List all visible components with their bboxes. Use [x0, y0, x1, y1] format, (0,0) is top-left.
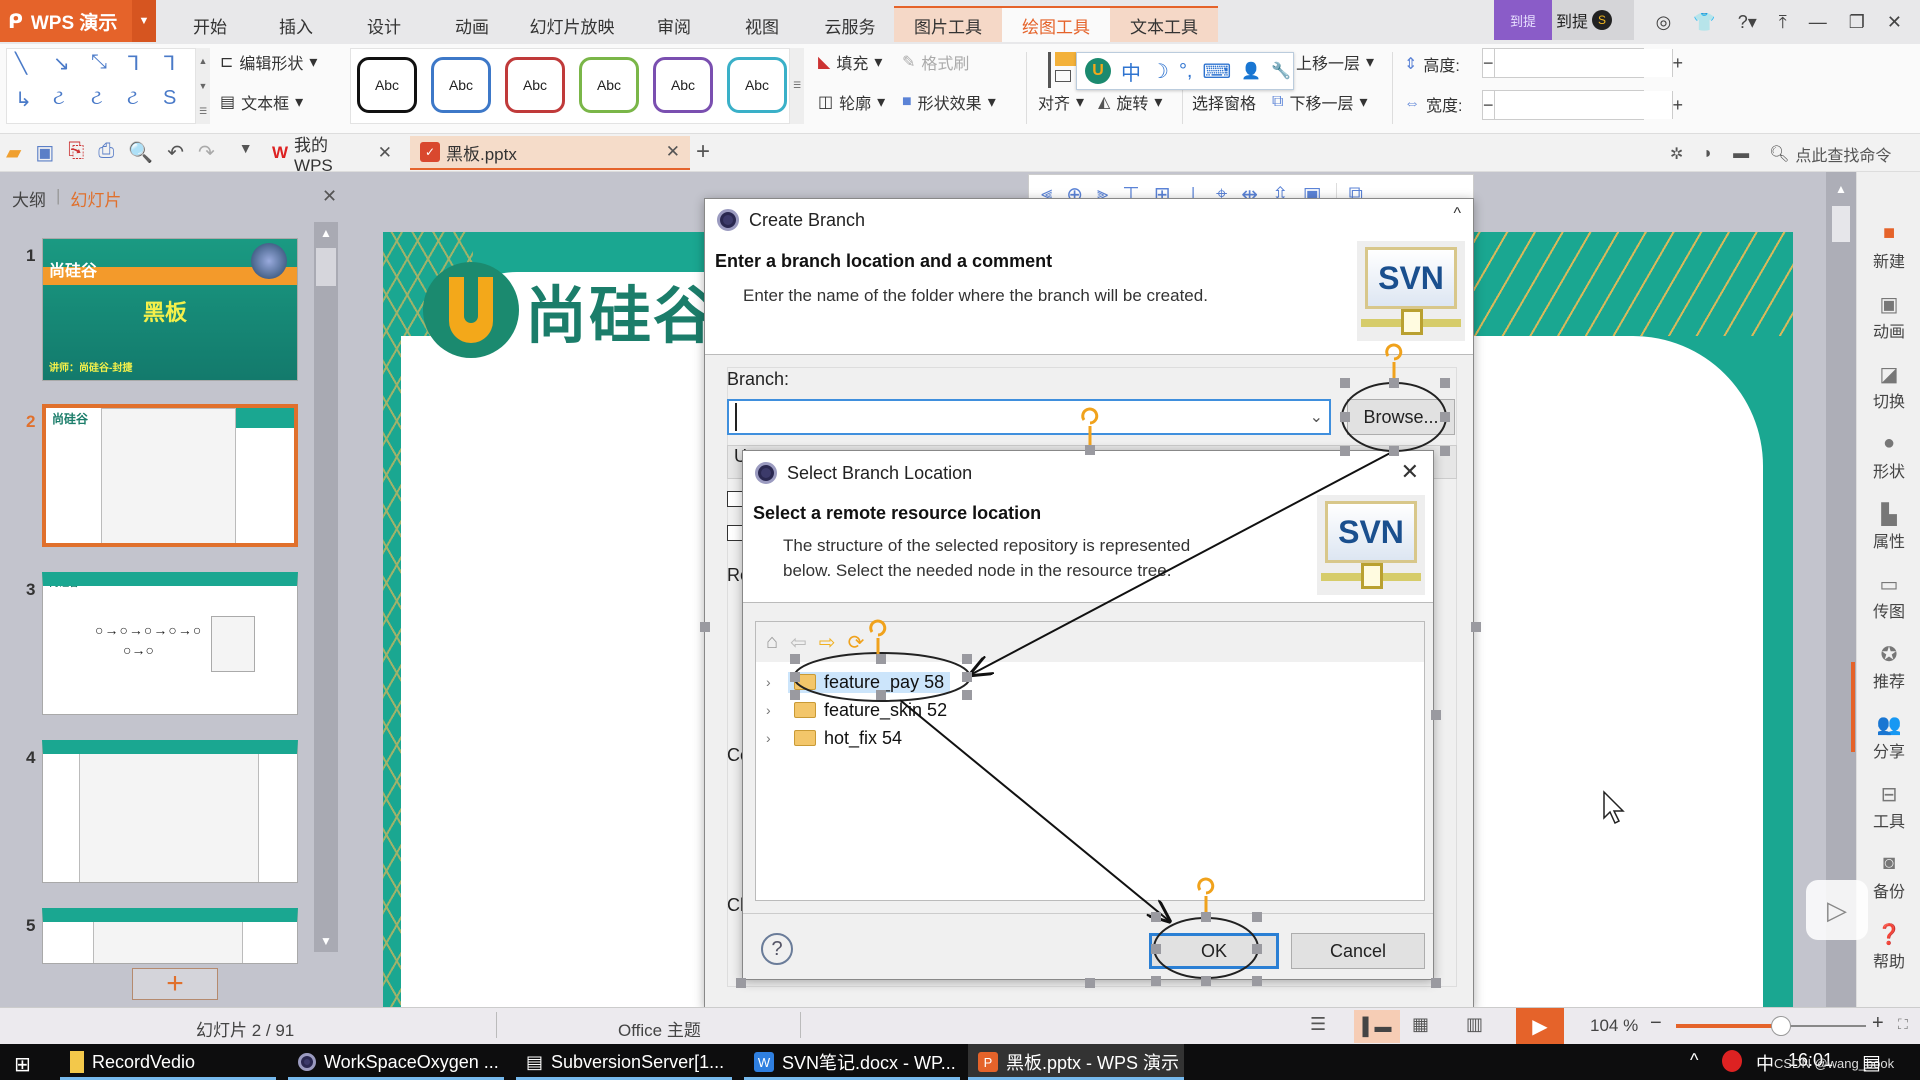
wps-writer-icon: W	[754, 1052, 774, 1072]
zoom-level: 104 %	[1590, 1016, 1639, 1035]
normal-view-icon[interactable]: ▌▬	[1354, 1010, 1400, 1043]
taskbar-item-subversion[interactable]: ▤ SubversionServer[1...	[516, 1044, 732, 1080]
slide-counter: 幻灯片 2 / 91	[196, 1021, 295, 1040]
windows-start-icon[interactable]: ⊞	[14, 1052, 31, 1077]
slide-sorter-icon[interactable]: ▦	[1412, 1014, 1429, 1035]
wps-presentation-icon: P	[978, 1052, 998, 1072]
zoom-in-button[interactable]: +	[1872, 1012, 1884, 1035]
taskbar-item-wps-presentation[interactable]: P 黑板.pptx - WPS 演示	[968, 1044, 1184, 1080]
browse-highlight-ellipse[interactable]	[1341, 382, 1447, 452]
notes-toggle-icon[interactable]: ☰	[1310, 1014, 1326, 1035]
zoom-slider-fill	[1676, 1024, 1781, 1028]
mouse-cursor-icon	[1603, 790, 1625, 825]
folder-icon	[70, 1051, 84, 1073]
tray-expand-icon[interactable]: ^	[1690, 1050, 1698, 1071]
status-bar: 幻灯片 2 / 91 Office 主题 ☰ ▌▬ ▦ ▥ ▶ 104 % − …	[0, 1007, 1920, 1044]
zoom-out-button[interactable]: −	[1650, 1012, 1662, 1035]
zoom-slider-thumb[interactable]	[1770, 1016, 1791, 1036]
selection-handles[interactable]	[700, 378, 1481, 988]
tray-app-icon[interactable]	[1722, 1050, 1742, 1072]
arrow-node-to-ok[interactable]	[899, 699, 1168, 920]
server-icon: ▤	[526, 1051, 544, 1072]
eclipse-icon	[298, 1053, 316, 1071]
theme-name: Office 主题	[618, 1021, 701, 1040]
zoom-slider[interactable]	[1676, 1016, 1866, 1036]
play-slideshow-button[interactable]: ▶	[1516, 1008, 1564, 1044]
ok-highlight-ellipse[interactable]	[1153, 917, 1259, 979]
reading-view-icon[interactable]: ▥	[1466, 1014, 1483, 1035]
annotation-layer	[700, 343, 1625, 988]
rotation-handles[interactable]	[869, 343, 1403, 912]
taskbar-item-eclipse[interactable]: WorkSpaceOxygen ...	[288, 1044, 504, 1080]
fit-window-icon[interactable]: ⛶	[1898, 1016, 1908, 1033]
taskbar-item-word[interactable]: W SVN笔记.docx - WP...	[744, 1044, 960, 1080]
tray-ime[interactable]: 中	[1756, 1050, 1774, 1076]
notification-icon[interactable]: ▤	[1862, 1050, 1881, 1075]
arrow-browse-to-node[interactable]	[972, 450, 1395, 674]
taskbar: ⊞ RecordVedio WorkSpaceOxygen ... ▤ Subve…	[0, 1044, 1920, 1080]
taskbar-item-recordvedio[interactable]: RecordVedio	[60, 1044, 276, 1080]
